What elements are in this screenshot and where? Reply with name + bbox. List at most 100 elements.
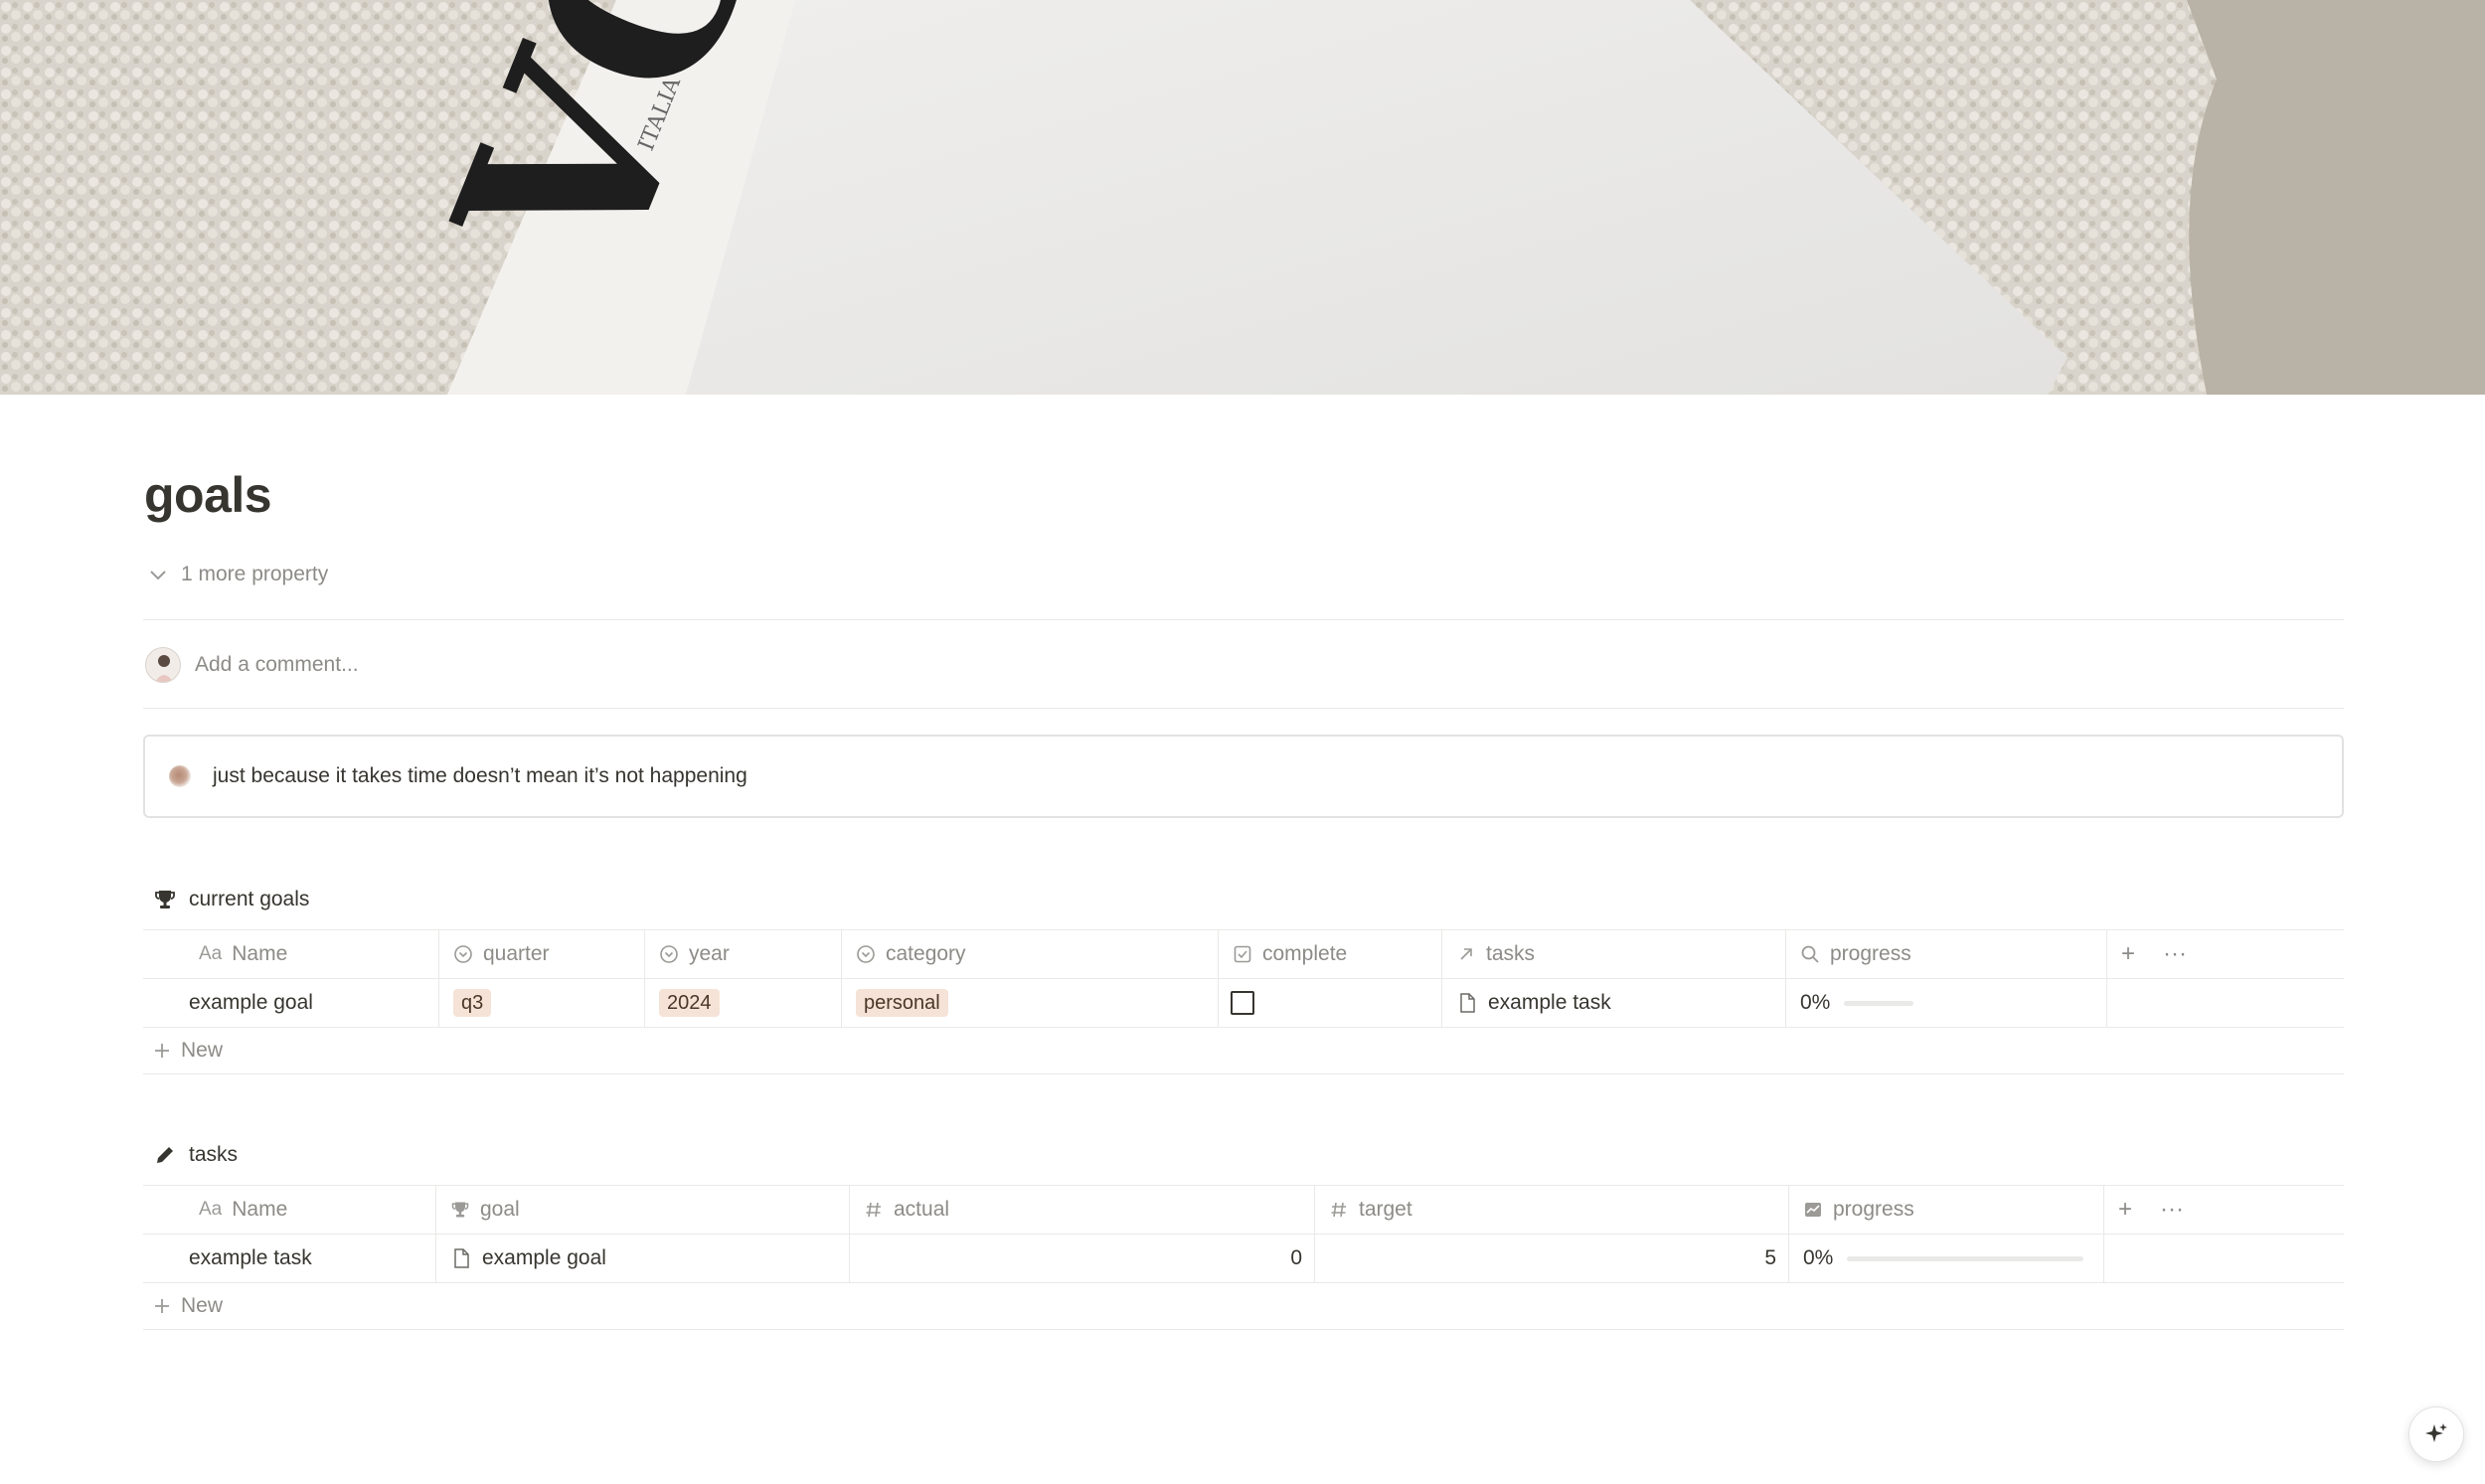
column-header-label: quarter	[483, 942, 550, 965]
cover-image: VO ITALIA	[0, 0, 2485, 395]
column-header-label: target	[1359, 1198, 1412, 1221]
page-icon	[454, 1248, 469, 1268]
column-header-label: tasks	[1486, 942, 1536, 965]
related-goal-link[interactable]: example goal	[450, 1246, 606, 1270]
more-options-button[interactable]: ···	[2163, 940, 2187, 968]
empty-cell	[2107, 979, 2344, 1027]
column-header-target[interactable]: target	[1315, 1186, 1789, 1234]
column-header-label: goal	[480, 1198, 520, 1221]
column-header-category[interactable]: category	[842, 930, 1219, 978]
select-type-icon	[660, 945, 678, 963]
complete-checkbox[interactable]	[1231, 991, 1254, 1015]
more-property-label: 1 more property	[181, 563, 329, 585]
tasks-cell[interactable]: example task	[1442, 979, 1786, 1027]
progress-bar	[1847, 1255, 2084, 1261]
new-row-label: New	[181, 1294, 224, 1317]
column-header-label: actual	[894, 1198, 950, 1221]
column-header-progress[interactable]: progress	[1789, 1186, 2104, 1234]
cover-illustration: VO ITALIA	[0, 0, 2485, 395]
new-row-label: New	[181, 1039, 224, 1062]
column-header-actual[interactable]: actual	[850, 1186, 1315, 1234]
more-options-button[interactable]: ···	[2160, 1196, 2184, 1224]
column-header-tasks[interactable]: tasks	[1442, 930, 1786, 978]
more-property-toggle[interactable]: 1 more property	[147, 560, 328, 589]
chart-icon	[1805, 1203, 1821, 1217]
related-goal-label: example goal	[482, 1246, 606, 1269]
progress-cell: 0%	[1789, 1235, 2104, 1282]
task-name-cell[interactable]: example task	[143, 1235, 436, 1282]
select-type-icon	[454, 945, 472, 963]
avatar	[145, 647, 181, 683]
column-header-goal[interactable]: goal	[436, 1186, 850, 1234]
tasks-heading[interactable]: tasks	[153, 1139, 238, 1171]
column-header-label: Name	[232, 1198, 288, 1221]
goal-cell[interactable]: example goal	[436, 1235, 850, 1282]
column-actions: + ···	[2104, 1186, 2344, 1234]
progress-cell: 0%	[1786, 979, 2107, 1027]
progress-text: 0%	[1803, 1246, 1834, 1269]
add-column-button[interactable]: +	[2118, 1196, 2132, 1224]
search-icon	[1801, 945, 1819, 963]
text-type-icon: Aa	[199, 1199, 223, 1220]
new-row-button[interactable]: New	[143, 1027, 2344, 1074]
column-actions: + ···	[2107, 930, 2344, 978]
tasks-table: Aa Name goal actual target progress + ··…	[143, 1185, 2344, 1330]
complete-cell	[1219, 979, 1442, 1027]
column-header-quarter[interactable]: quarter	[439, 930, 645, 978]
column-header-label: category	[886, 942, 966, 965]
trophy-icon	[451, 1202, 469, 1218]
progress-text: 0%	[1800, 991, 1831, 1014]
column-header-name[interactable]: Aa Name	[143, 930, 439, 978]
table-row[interactable]: example goal q3 2024 personal example ta…	[143, 978, 2344, 1027]
number-type-icon	[866, 1202, 881, 1218]
pencil-icon	[157, 1147, 173, 1163]
goal-name-cell[interactable]: example goal	[143, 979, 439, 1027]
divider	[143, 619, 2344, 620]
divider	[143, 708, 2344, 709]
quote-callout[interactable]: just because it takes time doesn’t mean …	[143, 735, 2344, 818]
column-header-label: year	[689, 942, 730, 965]
checkbox-type-icon	[1234, 945, 1251, 963]
trophy-icon	[155, 891, 175, 908]
number-type-icon	[1331, 1202, 1346, 1218]
column-header-complete[interactable]: complete	[1219, 930, 1442, 978]
related-task-link[interactable]: example task	[1456, 991, 1611, 1015]
ai-assistant-button[interactable]	[2408, 1406, 2464, 1462]
related-task-label: example task	[1488, 991, 1611, 1014]
table-row[interactable]: example task example goal 0 5 0%	[143, 1234, 2344, 1282]
table-header-row: Aa Name quarter year category complete t…	[143, 929, 2344, 978]
page-title[interactable]: goals	[144, 466, 272, 524]
quarter-tag: q3	[453, 989, 492, 1017]
category-cell[interactable]: personal	[842, 979, 1219, 1027]
plus-icon	[155, 1044, 169, 1058]
text-type-icon: Aa	[199, 943, 223, 964]
current-goals-title: current goals	[189, 888, 310, 910]
column-header-progress[interactable]: progress	[1786, 930, 2107, 978]
add-column-button[interactable]: +	[2121, 940, 2135, 968]
column-header-year[interactable]: year	[645, 930, 842, 978]
comment-input[interactable]: Add a comment...	[145, 647, 359, 683]
table-header-row: Aa Name goal actual target progress + ··…	[143, 1185, 2344, 1234]
quarter-cell[interactable]: q3	[439, 979, 645, 1027]
relation-arrow-icon	[1460, 948, 1472, 960]
new-row-button[interactable]: New	[143, 1282, 2344, 1330]
select-type-icon	[857, 945, 875, 963]
sparkle-icon	[2425, 1423, 2447, 1442]
column-header-label: Name	[232, 942, 288, 965]
actual-cell[interactable]: 0	[850, 1235, 1315, 1282]
callout-icon	[169, 765, 191, 787]
current-goals-table: Aa Name quarter year category complete t…	[143, 929, 2344, 1074]
column-header-name[interactable]: Aa Name	[143, 1186, 436, 1234]
year-cell[interactable]: 2024	[645, 979, 842, 1027]
year-tag: 2024	[659, 989, 720, 1017]
avatar-icon	[155, 655, 173, 682]
callout-text: just because it takes time doesn’t mean …	[213, 764, 747, 787]
tasks-title: tasks	[189, 1143, 239, 1166]
column-header-label: progress	[1833, 1198, 1914, 1221]
progress-bar	[1844, 1000, 1914, 1006]
chevron-down-icon	[150, 571, 166, 580]
current-goals-heading[interactable]: current goals	[153, 884, 309, 915]
target-cell[interactable]: 5	[1315, 1235, 1789, 1282]
column-header-label: progress	[1830, 942, 1911, 965]
column-header-label: complete	[1262, 942, 1348, 965]
